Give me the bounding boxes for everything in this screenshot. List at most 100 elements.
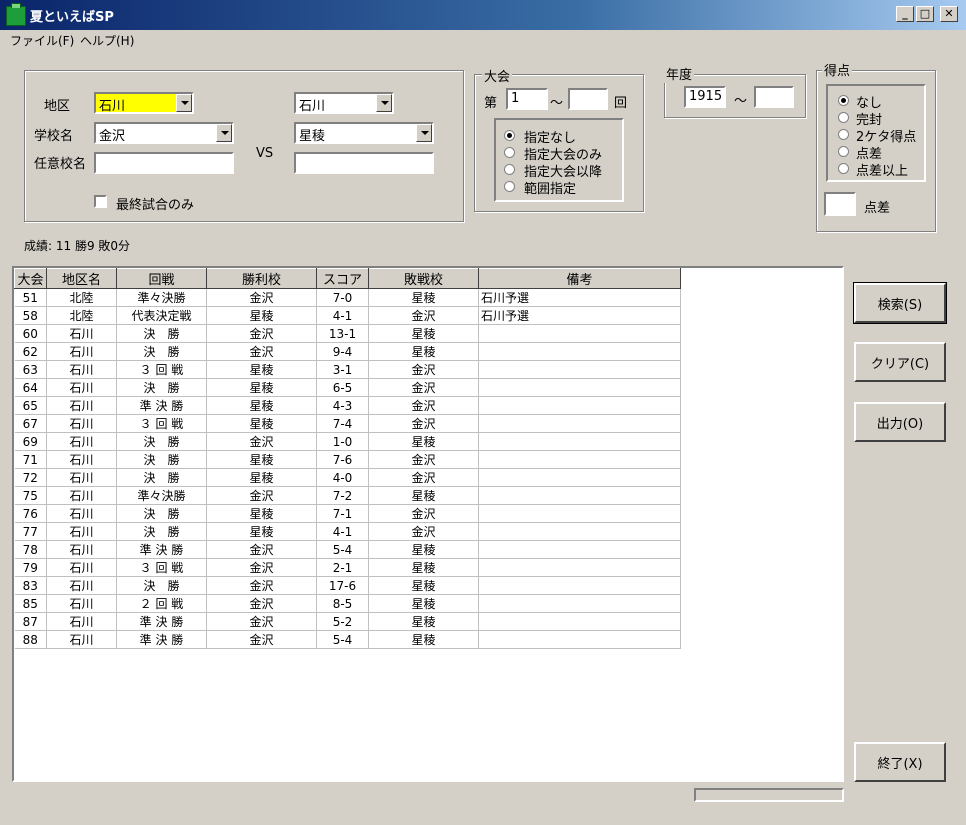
- table-cell: [478, 558, 681, 577]
- table-row[interactable]: 58 北陸 代表決定戦 星稜 4-1 金沢 石川予選: [14, 306, 681, 325]
- year-title: 年度: [664, 64, 695, 83]
- column-header[interactable]: 敗戦校: [368, 268, 479, 289]
- table-cell: 9-4: [316, 342, 369, 361]
- table-cell: 星稜: [368, 324, 479, 343]
- table-row[interactable]: 77 石川決 勝星稜 4-1 金沢: [14, 522, 681, 541]
- table-cell: 星稜: [368, 576, 479, 595]
- table-cell: 石川: [46, 342, 117, 361]
- score-title: 得点: [822, 60, 853, 79]
- tournament-radio-2[interactable]: [504, 164, 515, 175]
- search-button[interactable]: 検索(S): [853, 282, 947, 324]
- table-cell: 64: [14, 378, 47, 397]
- chevron-down-icon[interactable]: [216, 124, 232, 142]
- table-row[interactable]: 85 石川 ２ 回 戦金沢 8-5 星稜: [14, 594, 681, 613]
- table-row[interactable]: 75 石川 準々決勝 金沢 7-2 星稜: [14, 486, 681, 505]
- tournament-radio-1[interactable]: [504, 147, 515, 158]
- tournament-radio-0[interactable]: [504, 130, 515, 141]
- table-row[interactable]: 69 石川決 勝金沢 1-0 星稜: [14, 432, 681, 451]
- table-cell: [478, 468, 681, 487]
- table-row[interactable]: 63 石川 ３ 回 戦星稜 3-1 金沢: [14, 360, 681, 379]
- table-row[interactable]: 78 石川準 決 勝金沢 5-4 星稜: [14, 540, 681, 559]
- tilde-label: ～: [550, 96, 564, 111]
- table-row[interactable]: 60 石川決 勝金沢 13-1 星稜: [14, 324, 681, 343]
- table-cell: 7-4: [316, 414, 369, 433]
- column-header[interactable]: 地区名: [46, 268, 117, 289]
- region-left-select[interactable]: 石川: [94, 92, 194, 114]
- table-row[interactable]: 64 石川決 勝星稜 6-5 金沢: [14, 378, 681, 397]
- record-summary: 成績: 11 勝9 敗0分: [24, 239, 131, 253]
- school-left-select[interactable]: 金沢: [94, 122, 234, 144]
- year-to-input[interactable]: [754, 86, 794, 108]
- table-cell: 金沢: [368, 522, 479, 541]
- menu-file[interactable]: ファイル(F): [10, 32, 74, 49]
- table-row[interactable]: 62 石川決 勝金沢 9-4 星稜: [14, 342, 681, 361]
- table-cell: 決 勝: [116, 522, 207, 541]
- free-name-right-input[interactable]: [294, 152, 434, 174]
- table-cell: 金沢: [368, 414, 479, 433]
- score-radio-3[interactable]: [838, 146, 849, 157]
- maximize-button[interactable]: □: [916, 6, 934, 22]
- tournament-to-input[interactable]: [568, 88, 608, 110]
- table-row[interactable]: 88 石川準 決 勝金沢 5-4 星稜: [14, 630, 681, 649]
- table-cell: [478, 378, 681, 397]
- table-cell: [478, 324, 681, 343]
- chevron-down-icon[interactable]: [376, 94, 392, 112]
- school-right-select[interactable]: 星稜: [294, 122, 434, 144]
- free-name-left-input[interactable]: [94, 152, 234, 174]
- minimize-button[interactable]: _: [896, 6, 914, 22]
- clear-button[interactable]: クリア(C): [854, 342, 946, 382]
- table-cell: 星稜: [206, 360, 317, 379]
- chevron-down-icon[interactable]: [416, 124, 432, 142]
- table-cell: 石川: [46, 576, 117, 595]
- table-cell: 51: [14, 288, 47, 307]
- column-header[interactable]: スコア: [316, 268, 369, 289]
- table-cell: 76: [14, 504, 47, 523]
- table-row[interactable]: 71 石川決 勝星稜 7-6 金沢: [14, 450, 681, 469]
- column-header[interactable]: 大会: [14, 268, 47, 289]
- table-cell: 星稜: [206, 468, 317, 487]
- close-button[interactable]: ✕: [940, 6, 958, 22]
- region-label: 地区: [44, 99, 71, 114]
- exit-button[interactable]: 終了(X): [854, 742, 946, 782]
- final-only-label: 最終試合のみ: [116, 198, 195, 213]
- score-radio-2[interactable]: [838, 129, 849, 140]
- title-bar[interactable]: 夏といえばSP _ □ ✕: [0, 0, 966, 30]
- table-row[interactable]: 72 石川決 勝星稜 4-0 金沢: [14, 468, 681, 487]
- score-radio-1[interactable]: [838, 112, 849, 123]
- score-radio-4[interactable]: [838, 163, 849, 174]
- table-row[interactable]: 79 石川 ３ 回 戦金沢 2-1 星稜: [14, 558, 681, 577]
- table-cell: 石川: [46, 378, 117, 397]
- final-only-checkbox[interactable]: [94, 195, 107, 208]
- progress-bar: [694, 788, 844, 802]
- table-cell: 8-5: [316, 594, 369, 613]
- window-title: 夏といえばSP: [30, 10, 114, 25]
- table-cell: ２ 回 戦: [116, 594, 207, 613]
- table-row[interactable]: 51 北陸 準々決勝 金沢 7-0 星稜 石川予選: [14, 288, 681, 307]
- score-diff-input[interactable]: [824, 192, 856, 216]
- table-row[interactable]: 76 石川決 勝星稜 7-1 金沢: [14, 504, 681, 523]
- results-grid[interactable]: 大会 地区名 回戦 勝利校 スコア 敗戦校 備考 51 北陸 準々決勝 金沢 7-0 星稜 石川予選 58…: [12, 266, 844, 782]
- tournament-from-input[interactable]: 1: [506, 88, 548, 110]
- table-cell: 決 勝: [116, 378, 207, 397]
- table-row[interactable]: 67 石川 ３ 回 戦星稜 7-4 金沢: [14, 414, 681, 433]
- column-header[interactable]: 備考: [478, 268, 681, 289]
- year-from-input[interactable]: 1915: [684, 86, 726, 108]
- table-row[interactable]: 87 石川準 決 勝金沢 5-2 星稜: [14, 612, 681, 631]
- table-cell: 星稜: [206, 378, 317, 397]
- table-cell: 1-0: [316, 432, 369, 451]
- tournament-radio-3[interactable]: [504, 181, 515, 192]
- region-right-select[interactable]: 石川: [294, 92, 394, 114]
- column-header[interactable]: 勝利校: [206, 268, 317, 289]
- score-radio-0[interactable]: [838, 95, 849, 106]
- table-cell: 67: [14, 414, 47, 433]
- table-cell: 石川: [46, 504, 117, 523]
- table-row[interactable]: 65 石川準 決 勝星稜 4-3 金沢: [14, 396, 681, 415]
- column-header[interactable]: 回戦: [116, 268, 207, 289]
- chevron-down-icon[interactable]: [176, 94, 192, 112]
- table-row[interactable]: 83 石川決 勝金沢 17-6 星稜: [14, 576, 681, 595]
- table-cell: 金沢: [206, 612, 317, 631]
- table-cell: 金沢: [368, 468, 479, 487]
- table-cell: [478, 432, 681, 451]
- output-button[interactable]: 出力(O): [854, 402, 946, 442]
- menu-help[interactable]: ヘルプ(H): [80, 32, 134, 49]
